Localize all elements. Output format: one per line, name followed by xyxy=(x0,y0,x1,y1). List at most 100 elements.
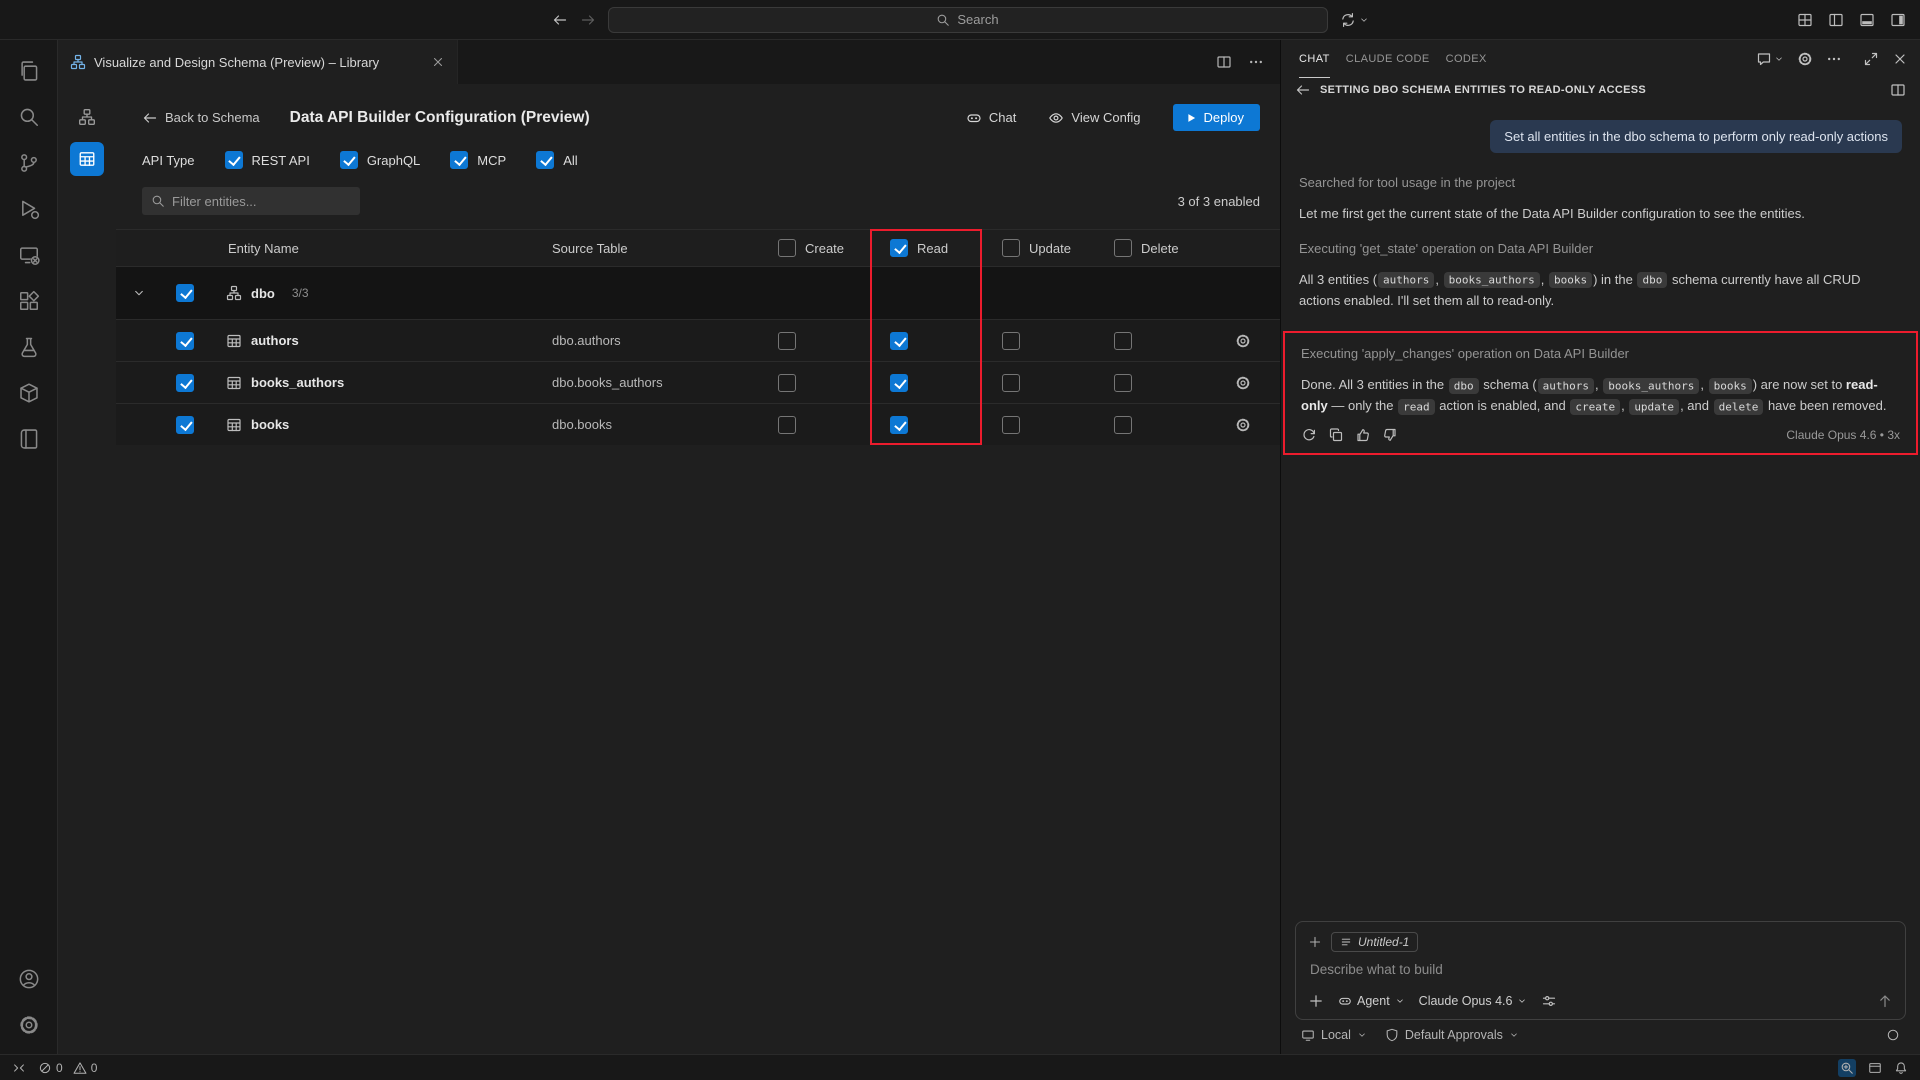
more-actions-icon[interactable] xyxy=(1826,51,1842,67)
filter-entities-box[interactable] xyxy=(142,187,360,215)
chevron-down-icon xyxy=(1395,996,1405,1006)
account-icon[interactable] xyxy=(5,956,53,1002)
context-file-chip[interactable]: Untitled-1 xyxy=(1331,932,1418,952)
collapse-chevron-icon[interactable] xyxy=(116,286,162,300)
api-type-rest[interactable]: REST API xyxy=(225,151,310,169)
read-checkbox[interactable] xyxy=(890,332,908,350)
row-checkbox[interactable] xyxy=(176,416,194,434)
remote-explorer-icon[interactable] xyxy=(5,232,53,278)
close-panel-icon[interactable] xyxy=(1892,51,1908,67)
update-checkbox[interactable] xyxy=(1002,374,1020,392)
toggle-panel-icon[interactable] xyxy=(1859,12,1875,28)
zoom-status[interactable] xyxy=(1838,1059,1856,1077)
row-settings-gear-icon[interactable] xyxy=(1206,375,1280,391)
customize-layout-icon[interactable] xyxy=(1797,12,1813,28)
model-picker[interactable]: Claude Opus 4.6 xyxy=(1419,994,1528,1008)
split-editor-icon[interactable] xyxy=(1216,54,1232,70)
settings-gear-icon[interactable] xyxy=(5,1002,53,1048)
testing-icon[interactable] xyxy=(5,324,53,370)
toggle-sidebar-icon[interactable] xyxy=(1828,12,1844,28)
open-chat-in-editor-icon[interactable] xyxy=(1890,82,1906,98)
mode-picker[interactable]: Agent xyxy=(1338,994,1405,1008)
attach-icon[interactable] xyxy=(1308,993,1324,1009)
send-icon[interactable] xyxy=(1877,993,1893,1009)
rest-api-checkbox[interactable] xyxy=(225,151,243,169)
more-actions-icon[interactable] xyxy=(1248,54,1264,70)
new-chat-dropdown[interactable] xyxy=(1756,51,1784,67)
row-settings-gear-icon[interactable] xyxy=(1206,333,1280,349)
back-icon[interactable] xyxy=(1295,82,1311,98)
create-all-checkbox[interactable] xyxy=(778,239,796,257)
read-all-checkbox[interactable] xyxy=(890,239,908,257)
update-checkbox[interactable] xyxy=(1002,416,1020,434)
tab-codex[interactable]: CODEX xyxy=(1446,40,1487,78)
problems-indicator[interactable]: 0 0 xyxy=(38,1061,97,1075)
approvals-picker[interactable]: Default Approvals xyxy=(1385,1028,1519,1042)
graphql-checkbox[interactable] xyxy=(340,151,358,169)
add-context-icon[interactable] xyxy=(1308,935,1322,949)
chat-settings-gear-icon[interactable] xyxy=(1797,51,1813,67)
table-row[interactable]: books_authors dbo.books_authors xyxy=(116,361,1280,403)
api-type-all[interactable]: All xyxy=(536,151,577,169)
filter-entities-input[interactable] xyxy=(172,194,351,209)
thumbs-up-icon[interactable] xyxy=(1355,427,1371,443)
maximize-panel-icon[interactable] xyxy=(1863,51,1879,67)
schema-diagram-view-button[interactable] xyxy=(70,100,104,134)
entity-name: books xyxy=(208,417,508,433)
table-row[interactable]: books dbo.books xyxy=(116,403,1280,445)
view-config-button[interactable]: View Config xyxy=(1048,110,1140,126)
database-projects-icon[interactable] xyxy=(5,370,53,416)
history-forward-button[interactable] xyxy=(580,12,596,28)
mcp-checkbox[interactable] xyxy=(450,151,468,169)
delete-checkbox[interactable] xyxy=(1114,416,1132,434)
read-checkbox[interactable] xyxy=(890,416,908,434)
agent-sessions-button[interactable] xyxy=(1340,12,1369,28)
history-back-button[interactable] xyxy=(552,12,568,28)
notifications-bell-icon[interactable] xyxy=(1894,1061,1908,1075)
extensions-icon[interactable] xyxy=(5,278,53,324)
schema-group-row[interactable]: dbo 3/3 xyxy=(116,267,1280,319)
row-checkbox[interactable] xyxy=(176,332,194,350)
read-checkbox[interactable] xyxy=(890,374,908,392)
notebook-icon[interactable] xyxy=(5,416,53,462)
table-row[interactable]: authors dbo.authors xyxy=(116,319,1280,361)
explorer-icon[interactable] xyxy=(5,48,53,94)
run-debug-icon[interactable] xyxy=(5,186,53,232)
back-to-schema-button[interactable]: Back to Schema xyxy=(142,110,260,126)
search-input[interactable]: Search xyxy=(608,7,1328,33)
group-checkbox[interactable] xyxy=(176,284,194,302)
tab-chat[interactable]: CHAT xyxy=(1299,40,1330,78)
source-control-icon[interactable] xyxy=(5,140,53,186)
tab-claude-code[interactable]: CLAUDE CODE xyxy=(1346,40,1430,78)
tools-sliders-icon[interactable] xyxy=(1541,993,1557,1009)
close-icon[interactable] xyxy=(431,55,445,69)
copy-icon[interactable] xyxy=(1328,427,1344,443)
row-settings-gear-icon[interactable] xyxy=(1206,417,1280,433)
create-checkbox[interactable] xyxy=(778,332,796,350)
delete-checkbox[interactable] xyxy=(1114,374,1132,392)
deploy-button[interactable]: Deploy xyxy=(1173,104,1260,131)
live-preview-icon[interactable] xyxy=(1868,1061,1882,1075)
all-checkbox[interactable] xyxy=(536,151,554,169)
api-type-mcp[interactable]: MCP xyxy=(450,151,506,169)
remote-indicator[interactable] xyxy=(12,1061,26,1075)
create-checkbox[interactable] xyxy=(778,416,796,434)
delete-checkbox[interactable] xyxy=(1114,332,1132,350)
chat-button[interactable]: Chat xyxy=(966,110,1016,126)
update-all-checkbox[interactable] xyxy=(1002,239,1020,257)
update-checkbox[interactable] xyxy=(1002,332,1020,350)
regenerate-icon[interactable] xyxy=(1301,427,1317,443)
session-progress-icon[interactable] xyxy=(1886,1028,1900,1042)
search-view-icon[interactable] xyxy=(5,94,53,140)
create-checkbox[interactable] xyxy=(778,374,796,392)
editor-tab[interactable]: Visualize and Design Schema (Preview) – … xyxy=(58,40,458,84)
row-checkbox[interactable] xyxy=(176,374,194,392)
searched-note[interactable]: Searched for tool usage in the project xyxy=(1299,175,1902,190)
table-config-view-button[interactable] xyxy=(70,142,104,176)
delete-all-checkbox[interactable] xyxy=(1114,239,1132,257)
thumbs-down-icon[interactable] xyxy=(1382,427,1398,443)
target-picker[interactable]: Local xyxy=(1301,1028,1367,1042)
api-type-graphql[interactable]: GraphQL xyxy=(340,151,420,169)
toggle-secondary-sidebar-icon[interactable] xyxy=(1890,12,1906,28)
chat-input[interactable]: Describe what to build xyxy=(1296,954,1905,987)
